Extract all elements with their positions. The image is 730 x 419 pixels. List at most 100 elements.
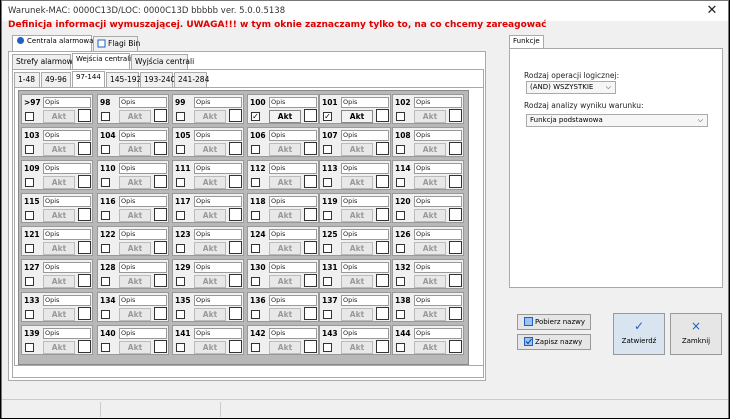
select-checkbox[interactable] (323, 178, 332, 187)
select-checkbox[interactable] (101, 343, 110, 352)
state-box[interactable] (376, 109, 389, 122)
state-box[interactable] (229, 109, 242, 122)
state-box[interactable] (78, 208, 91, 221)
active-button[interactable]: Akt (414, 209, 446, 222)
description-field[interactable]: Opis (269, 163, 317, 174)
select-checkbox[interactable] (25, 343, 34, 352)
logic-operation-select[interactable]: (AND) WSZYSTKIE ⌵ (526, 81, 616, 94)
state-box[interactable] (78, 340, 91, 353)
select-checkbox[interactable] (176, 244, 185, 253)
select-checkbox[interactable] (396, 145, 405, 154)
description-field[interactable]: Opis (414, 295, 462, 306)
description-field[interactable]: Opis (194, 262, 242, 273)
select-checkbox[interactable] (176, 145, 185, 154)
description-field[interactable]: Opis (414, 229, 462, 240)
active-button[interactable]: Akt (119, 242, 151, 255)
description-field[interactable]: Opis (194, 97, 242, 108)
description-field[interactable]: Opis (119, 196, 167, 207)
description-field[interactable]: Opis (269, 229, 317, 240)
description-field[interactable]: Opis (341, 196, 389, 207)
state-box[interactable] (449, 241, 462, 254)
description-field[interactable]: Opis (341, 328, 389, 339)
description-field[interactable]: Opis (43, 196, 91, 207)
active-button[interactable]: Akt (341, 110, 373, 123)
description-field[interactable]: Opis (341, 229, 389, 240)
confirm-button[interactable]: ✓ Zatwierdź (613, 313, 665, 355)
description-field[interactable]: Opis (119, 97, 167, 108)
description-field[interactable]: Opis (119, 328, 167, 339)
select-checkbox[interactable] (176, 343, 185, 352)
select-checkbox[interactable] (101, 310, 110, 319)
active-button[interactable]: Akt (43, 275, 75, 288)
active-button[interactable]: Akt (414, 110, 446, 123)
description-field[interactable]: Opis (194, 130, 242, 141)
tab-centrala-alarmowa[interactable]: Centrala alarmowa (12, 35, 93, 52)
description-field[interactable]: Opis (341, 163, 389, 174)
select-checkbox[interactable] (251, 310, 260, 319)
select-checkbox[interactable] (176, 310, 185, 319)
description-field[interactable]: Opis (341, 262, 389, 273)
description-field[interactable]: Opis (269, 196, 317, 207)
active-button[interactable]: Akt (341, 341, 373, 354)
tab-range-193-240[interactable]: 193-240 (140, 72, 175, 88)
active-button[interactable]: Akt (341, 275, 373, 288)
select-checkbox[interactable] (101, 178, 110, 187)
select-checkbox[interactable] (251, 244, 260, 253)
state-box[interactable] (229, 241, 242, 254)
state-box[interactable] (449, 274, 462, 287)
description-field[interactable]: Opis (119, 130, 167, 141)
description-field[interactable]: Opis (341, 295, 389, 306)
active-button[interactable]: Akt (43, 176, 75, 189)
active-button[interactable]: Akt (414, 143, 446, 156)
select-checkbox[interactable] (251, 211, 260, 220)
description-field[interactable]: Opis (194, 328, 242, 339)
active-button[interactable]: Akt (269, 341, 301, 354)
state-box[interactable] (304, 274, 317, 287)
state-box[interactable] (78, 142, 91, 155)
description-field[interactable]: Opis (414, 262, 462, 273)
active-button[interactable]: Akt (194, 242, 226, 255)
state-box[interactable] (449, 109, 462, 122)
select-checkbox[interactable] (101, 145, 110, 154)
state-box[interactable] (376, 241, 389, 254)
select-checkbox[interactable] (396, 343, 405, 352)
state-box[interactable] (229, 208, 242, 221)
get-names-button[interactable]: Pobierz nazwy (517, 314, 591, 330)
select-checkbox[interactable] (396, 178, 405, 187)
active-button[interactable]: Akt (414, 176, 446, 189)
state-box[interactable] (449, 340, 462, 353)
active-button[interactable]: Akt (414, 275, 446, 288)
select-checkbox[interactable] (251, 145, 260, 154)
state-box[interactable] (229, 142, 242, 155)
state-box[interactable] (376, 175, 389, 188)
state-box[interactable] (78, 241, 91, 254)
select-checkbox[interactable] (25, 244, 34, 253)
state-box[interactable] (304, 142, 317, 155)
select-checkbox[interactable]: ✓ (323, 112, 332, 121)
select-checkbox[interactable] (323, 310, 332, 319)
description-field[interactable]: Opis (269, 262, 317, 273)
active-button[interactable]: Akt (269, 242, 301, 255)
active-button[interactable]: Akt (194, 341, 226, 354)
select-checkbox[interactable]: ✓ (251, 112, 260, 121)
description-field[interactable]: Opis (269, 295, 317, 306)
select-checkbox[interactable] (176, 112, 185, 121)
close-window-button[interactable]: ✕ (702, 3, 722, 19)
description-field[interactable]: Opis (119, 295, 167, 306)
description-field[interactable]: Opis (414, 328, 462, 339)
description-field[interactable]: Opis (341, 97, 389, 108)
active-button[interactable]: Akt (341, 176, 373, 189)
state-box[interactable] (78, 307, 91, 320)
description-field[interactable]: Opis (414, 130, 462, 141)
select-checkbox[interactable] (396, 211, 405, 220)
active-button[interactable]: Akt (194, 143, 226, 156)
state-box[interactable] (376, 340, 389, 353)
select-checkbox[interactable] (396, 112, 405, 121)
state-box[interactable] (229, 307, 242, 320)
save-names-button[interactable]: Zapisz nazwy (517, 334, 591, 350)
state-box[interactable] (154, 208, 167, 221)
active-button[interactable]: Akt (43, 242, 75, 255)
active-button[interactable]: Akt (43, 209, 75, 222)
select-checkbox[interactable] (25, 277, 34, 286)
active-button[interactable]: Akt (119, 110, 151, 123)
